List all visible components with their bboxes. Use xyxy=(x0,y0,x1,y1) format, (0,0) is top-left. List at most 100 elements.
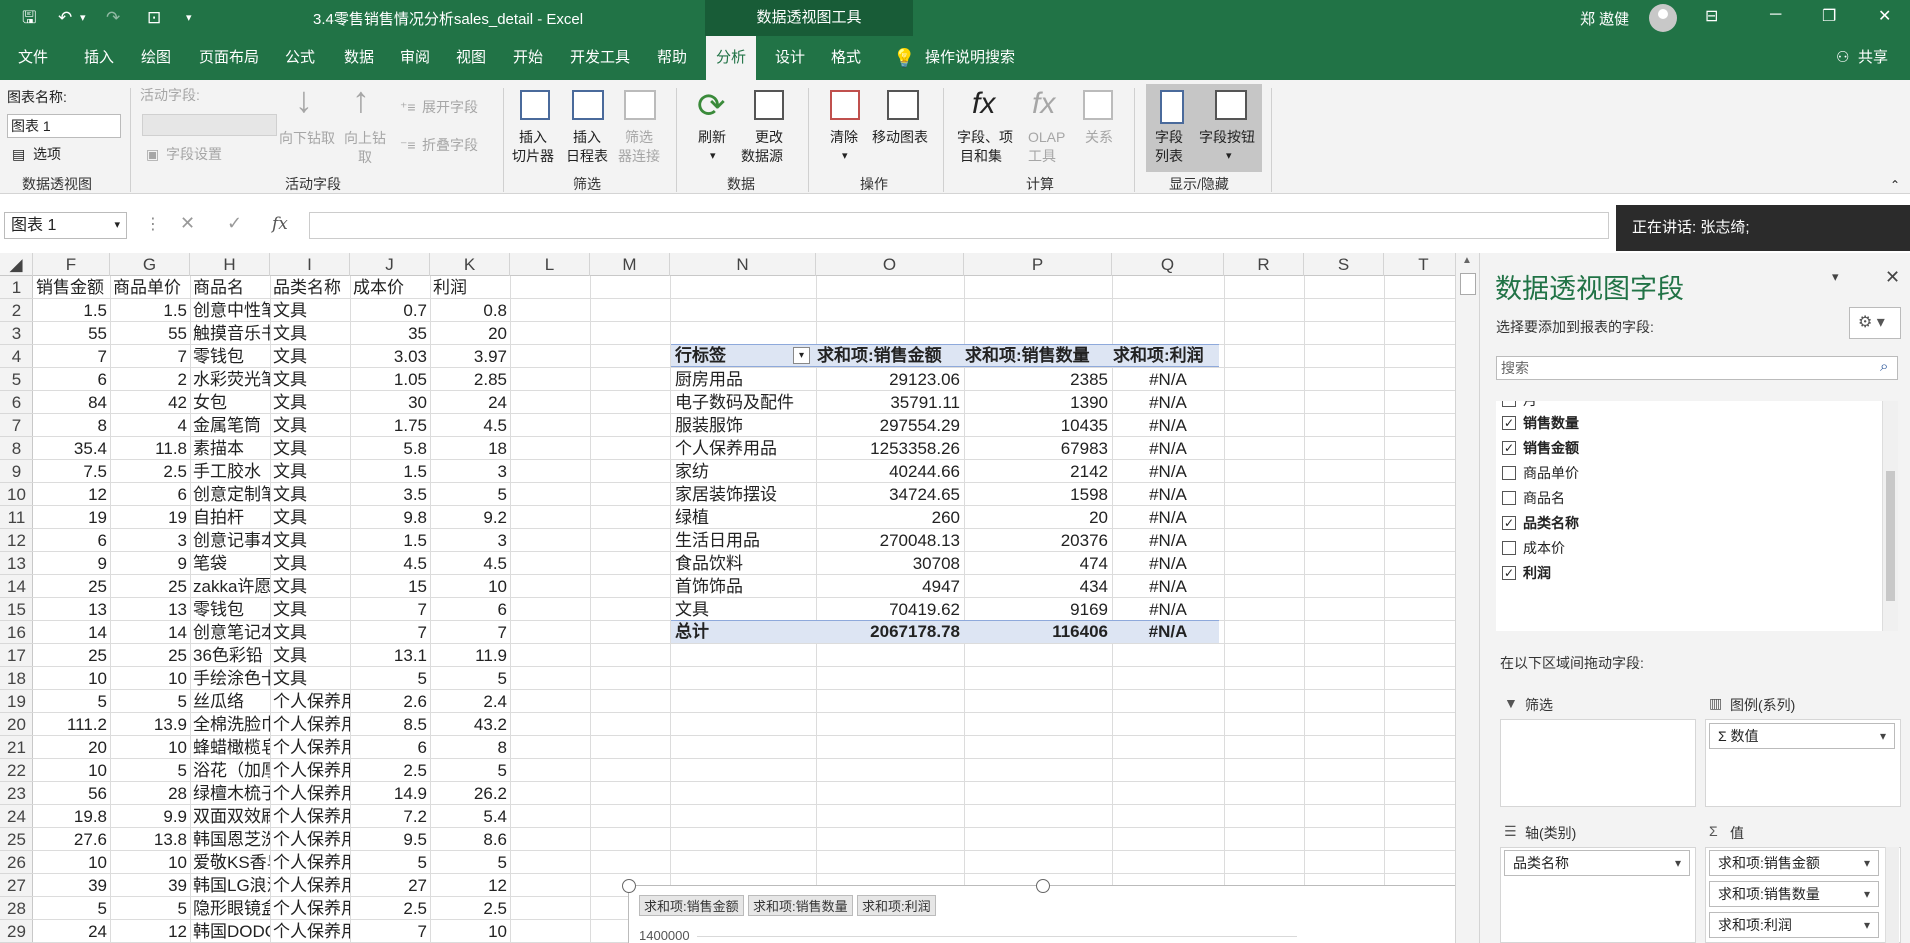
field-checkbox[interactable] xyxy=(1502,466,1516,481)
vertical-scrollbar[interactable]: ▲ xyxy=(1455,253,1479,943)
pivot-value-cell[interactable]: #N/A xyxy=(1112,483,1224,506)
clear-dropdown-icon[interactable]: ▾ xyxy=(842,147,848,166)
pivot-value-cell[interactable]: 35791.11 xyxy=(816,391,964,414)
table-cell[interactable]: 8 xyxy=(33,414,110,437)
table-cell[interactable]: 创意笔记本 xyxy=(190,621,270,644)
table-cell[interactable]: 13.9 xyxy=(110,713,190,736)
pivot-value-cell[interactable]: 20376 xyxy=(964,529,1112,552)
field-list-scrollbar[interactable] xyxy=(1882,401,1898,631)
field-item[interactable]: ✓ 销售数量 xyxy=(1502,412,1579,434)
table-cell[interactable]: 111.2 xyxy=(33,713,110,736)
row-header[interactable]: 8 xyxy=(0,437,33,460)
row-header[interactable]: 27 xyxy=(0,874,33,897)
table-cell[interactable]: 手绘涂色卡 xyxy=(190,667,270,690)
table-cell[interactable]: 触摸音乐书 xyxy=(190,322,270,345)
table-cell[interactable]: 个人保养用品 xyxy=(270,920,350,943)
table-cell[interactable]: 自拍杆 xyxy=(190,506,270,529)
pivot-value-cell[interactable]: #N/A xyxy=(1112,529,1224,552)
table-cell[interactable]: 0.7 xyxy=(350,299,430,322)
tab-review[interactable]: 审阅 xyxy=(400,36,430,80)
table-cell[interactable]: 7 xyxy=(110,345,190,368)
table-cell[interactable]: 9.5 xyxy=(350,828,430,851)
table-cell[interactable]: 2.85 xyxy=(430,368,510,391)
pivot-chart[interactable]: 求和项:销售金额 求和项:销售数量 求和项:利润 1400000 xyxy=(622,879,1455,943)
table-cell[interactable]: 7 xyxy=(33,345,110,368)
table-cell[interactable]: 19 xyxy=(33,506,110,529)
table-cell[interactable]: 双面双效刷 xyxy=(190,805,270,828)
table-cell[interactable]: 8 xyxy=(430,736,510,759)
table-cell[interactable]: 女包 xyxy=(190,391,270,414)
table-cell[interactable]: 12 xyxy=(430,874,510,897)
table-cell[interactable]: 55 xyxy=(33,322,110,345)
table-cell[interactable]: 文具 xyxy=(270,391,350,414)
table-cell[interactable]: 文具 xyxy=(270,644,350,667)
table-cell[interactable]: 个人保养用品 xyxy=(270,736,350,759)
table-cell[interactable]: 28 xyxy=(110,782,190,805)
table-cell[interactable]: 13.1 xyxy=(350,644,430,667)
table-cell[interactable]: 2.5 xyxy=(110,460,190,483)
row-header[interactable]: 16 xyxy=(0,621,33,644)
row-header[interactable]: 21 xyxy=(0,736,33,759)
table-cell[interactable]: 5 xyxy=(350,667,430,690)
clear-icon[interactable] xyxy=(830,90,860,120)
column-header[interactable]: K xyxy=(430,253,510,276)
table-cell[interactable]: 30 xyxy=(350,391,430,414)
table-cell[interactable]: 创意记事本 xyxy=(190,529,270,552)
values-field-pill[interactable]: 求和项:销售金额 xyxy=(1709,850,1879,876)
table-cell[interactable]: 10 xyxy=(33,667,110,690)
column-header[interactable]: H xyxy=(190,253,270,276)
table-cell[interactable]: 39 xyxy=(33,874,110,897)
row-header[interactable]: 11 xyxy=(0,506,33,529)
table-cell[interactable]: 20 xyxy=(430,322,510,345)
table-cell[interactable]: 0.8 xyxy=(430,299,510,322)
row-header[interactable]: 19 xyxy=(0,690,33,713)
drill-up-icon[interactable]: ↑ xyxy=(352,80,370,120)
row-header[interactable]: 10 xyxy=(0,483,33,506)
tab-file[interactable]: 文件 xyxy=(18,36,48,80)
table-cell[interactable]: 7 xyxy=(350,920,430,943)
table-cell[interactable]: 9 xyxy=(110,552,190,575)
tab-developer[interactable]: 开发工具 xyxy=(570,36,630,80)
legend-field-pill[interactable]: Σ 数值 xyxy=(1709,723,1895,749)
table-cell[interactable]: 2.5 xyxy=(350,759,430,782)
tab-insert[interactable]: 插入 xyxy=(84,36,114,80)
expand-field-icon[interactable]: ⁺≡ xyxy=(400,98,416,117)
table-cell[interactable]: 全棉洗脸巾 xyxy=(190,713,270,736)
column-header[interactable]: M xyxy=(590,253,670,276)
row-header[interactable]: 5 xyxy=(0,368,33,391)
row-header[interactable]: 23 xyxy=(0,782,33,805)
column-header[interactable]: J xyxy=(350,253,430,276)
column-header[interactable]: G xyxy=(110,253,190,276)
table-cell[interactable]: 5 xyxy=(110,690,190,713)
table-cell[interactable]: 金属笔筒 xyxy=(190,414,270,437)
field-buttons-icon[interactable] xyxy=(1215,90,1247,120)
table-cell[interactable]: 6 xyxy=(350,736,430,759)
table-cell[interactable]: 6 xyxy=(430,598,510,621)
tab-help[interactable]: 帮助 xyxy=(657,36,687,80)
field-item[interactable]: ✓ 利润 xyxy=(1502,562,1551,584)
table-cell[interactable]: 35.4 xyxy=(33,437,110,460)
row-header[interactable]: 28 xyxy=(0,897,33,920)
table-cell[interactable]: 13.8 xyxy=(110,828,190,851)
table-cell[interactable]: 19.8 xyxy=(33,805,110,828)
table-cell[interactable]: 1.5 xyxy=(110,299,190,322)
table-cell[interactable]: 25 xyxy=(33,644,110,667)
name-box-dropdown-icon[interactable]: ▾ xyxy=(114,213,120,238)
olap-tools-button[interactable]: OLAP xyxy=(1028,128,1065,147)
table-cell[interactable]: 2.5 xyxy=(350,897,430,920)
table-cell[interactable]: 36色彩铅 xyxy=(190,644,270,667)
pivot-value-cell[interactable]: 67983 xyxy=(964,437,1112,460)
save-icon[interactable]: 🖫 xyxy=(22,8,36,28)
table-cell[interactable]: 10 xyxy=(430,920,510,943)
table-cell[interactable]: 8.5 xyxy=(350,713,430,736)
row-header[interactable]: 9 xyxy=(0,460,33,483)
expand-field-button[interactable]: 展开字段 xyxy=(422,98,478,117)
insert-function-icon[interactable]: fx xyxy=(272,214,288,234)
drill-down-icon[interactable]: ↓ xyxy=(295,80,313,120)
field-list-icon[interactable] xyxy=(1160,90,1184,124)
row-header[interactable]: 6 xyxy=(0,391,33,414)
refresh-button[interactable]: 刷新 xyxy=(698,128,726,147)
table-cell[interactable]: 5 xyxy=(110,897,190,920)
table-cell[interactable]: 零钱包 xyxy=(190,598,270,621)
fields-items-button[interactable]: 字段、项 xyxy=(957,128,1013,147)
